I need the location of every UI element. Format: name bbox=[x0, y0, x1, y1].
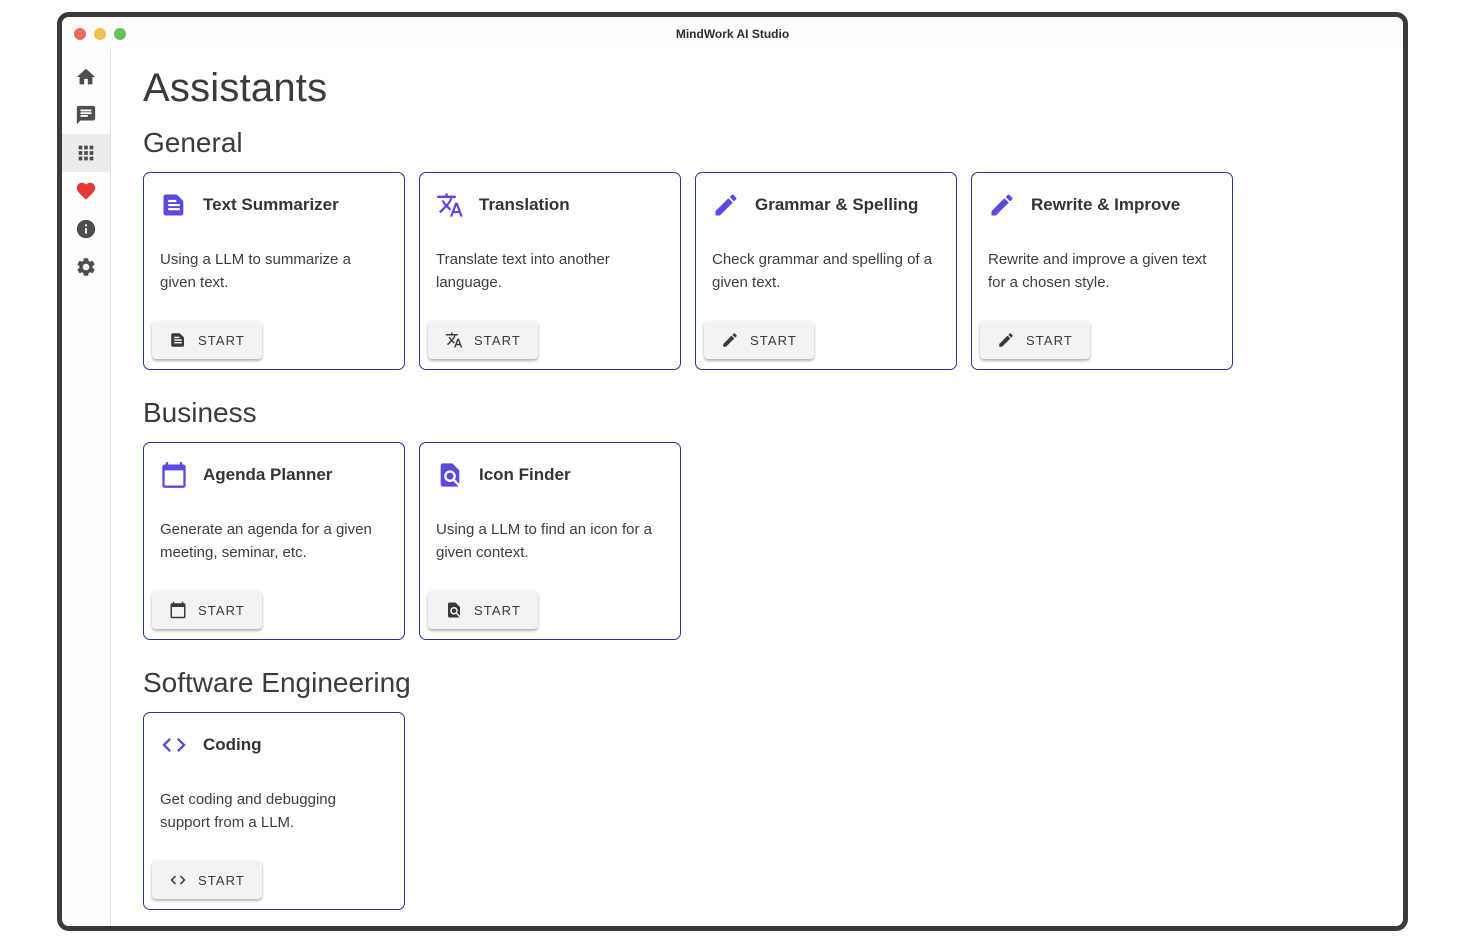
card-description: Rewrite and improve a given text for a c… bbox=[988, 249, 1216, 294]
sidebar-item-settings[interactable] bbox=[62, 248, 110, 286]
edit-icon bbox=[997, 331, 1015, 349]
card-title: Grammar & Spelling bbox=[755, 195, 918, 215]
assistant-card-rewrite-improve: Rewrite & Improve Rewrite and improve a g… bbox=[971, 172, 1233, 370]
apps-icon bbox=[75, 142, 97, 164]
card-description: Using a LLM to find an icon for a given … bbox=[436, 519, 664, 564]
heart-icon bbox=[75, 180, 97, 202]
card-title: Translation bbox=[479, 195, 570, 215]
card-title: Agenda Planner bbox=[203, 465, 332, 485]
calendar-icon bbox=[169, 601, 187, 619]
icon-search-icon bbox=[445, 601, 463, 619]
start-button-rewrite-improve[interactable]: START bbox=[980, 321, 1090, 359]
section-title: Software Engineering bbox=[143, 667, 1379, 699]
card-title: Text Summarizer bbox=[203, 195, 339, 215]
main-content: Assistants General Text Summarizer Using a… bbox=[111, 50, 1403, 926]
start-button-label: START bbox=[198, 333, 245, 348]
card-header: Translation bbox=[436, 191, 664, 219]
card-header: Coding bbox=[160, 731, 388, 759]
cards-row: Coding Get coding and debugging support f… bbox=[143, 712, 1379, 910]
start-button-label: START bbox=[474, 603, 521, 618]
start-button-coding[interactable]: START bbox=[152, 861, 262, 899]
translate-icon bbox=[436, 191, 464, 219]
text-snippet-icon bbox=[169, 331, 187, 349]
titlebar: MindWork AI Studio bbox=[62, 17, 1403, 50]
code-icon bbox=[169, 871, 187, 889]
card-description: Using a LLM to summarize a given text. bbox=[160, 249, 388, 294]
assistant-card-icon-finder: Icon Finder Using a LLM to find an icon f… bbox=[419, 442, 681, 640]
start-button-label: START bbox=[474, 333, 521, 348]
sidebar-item-supporters[interactable] bbox=[62, 172, 110, 210]
page-title: Assistants bbox=[143, 66, 1379, 111]
gear-icon bbox=[75, 256, 97, 278]
edit-icon bbox=[712, 191, 740, 219]
sidebar-item-assistants[interactable] bbox=[62, 134, 110, 172]
card-header: Icon Finder bbox=[436, 461, 664, 489]
assistant-card-coding: Coding Get coding and debugging support f… bbox=[143, 712, 405, 910]
sidebar-item-about[interactable] bbox=[62, 210, 110, 248]
card-description: Get coding and debugging support from a … bbox=[160, 789, 388, 834]
section-business: Business Agenda Planner Generate an agenda… bbox=[143, 397, 1379, 640]
assistant-card-grammar-spelling: Grammar & Spelling Check grammar and spel… bbox=[695, 172, 957, 370]
card-description: Translate text into another language. bbox=[436, 249, 664, 294]
assistant-card-text-summarizer: Text Summarizer Using a LLM to summarize … bbox=[143, 172, 405, 370]
section-title: General bbox=[143, 127, 1379, 159]
card-description: Generate an agenda for a given meeting, … bbox=[160, 519, 388, 564]
start-button-grammar-spelling[interactable]: START bbox=[704, 321, 814, 359]
start-button-agenda-planner[interactable]: START bbox=[152, 591, 262, 629]
card-header: Agenda Planner bbox=[160, 461, 388, 489]
sidebar-item-home[interactable] bbox=[62, 58, 110, 96]
edit-icon bbox=[721, 331, 739, 349]
code-icon bbox=[160, 731, 188, 759]
card-title: Icon Finder bbox=[479, 465, 571, 485]
home-icon bbox=[75, 66, 97, 88]
card-description: Check grammar and spelling of a given te… bbox=[712, 249, 940, 294]
sidebar bbox=[62, 50, 111, 926]
start-button-label: START bbox=[198, 873, 245, 888]
assistant-card-translation: Translation Translate text into another l… bbox=[419, 172, 681, 370]
window-title: MindWork AI Studio bbox=[62, 27, 1403, 41]
info-icon bbox=[75, 218, 97, 240]
card-title: Rewrite & Improve bbox=[1031, 195, 1180, 215]
assistant-card-agenda-planner: Agenda Planner Generate an agenda for a g… bbox=[143, 442, 405, 640]
cards-row: Agenda Planner Generate an agenda for a g… bbox=[143, 442, 1379, 640]
icon-search-icon bbox=[436, 461, 464, 489]
text-snippet-icon bbox=[160, 191, 188, 219]
section-software-engineering: Software Engineering Coding Get coding and… bbox=[143, 667, 1379, 910]
start-button-translation[interactable]: START bbox=[428, 321, 538, 359]
start-button-label: START bbox=[198, 603, 245, 618]
card-header: Grammar & Spelling bbox=[712, 191, 940, 219]
calendar-icon bbox=[160, 461, 188, 489]
section-general: General Text Summarizer Using a LLM to sum… bbox=[143, 127, 1379, 370]
card-header: Rewrite & Improve bbox=[988, 191, 1216, 219]
start-button-label: START bbox=[750, 333, 797, 348]
translate-icon bbox=[445, 331, 463, 349]
card-title: Coding bbox=[203, 735, 262, 755]
start-button-label: START bbox=[1026, 333, 1073, 348]
card-header: Text Summarizer bbox=[160, 191, 388, 219]
section-title: Business bbox=[143, 397, 1379, 429]
app-window: MindWork AI Studio Assistants General Tex… bbox=[57, 12, 1408, 931]
start-button-text-summarizer[interactable]: START bbox=[152, 321, 262, 359]
edit-icon bbox=[988, 191, 1016, 219]
sidebar-item-chats[interactable] bbox=[62, 96, 110, 134]
start-button-icon-finder[interactable]: START bbox=[428, 591, 538, 629]
cards-row: Text Summarizer Using a LLM to summarize … bbox=[143, 172, 1379, 370]
chat-icon bbox=[75, 104, 97, 126]
